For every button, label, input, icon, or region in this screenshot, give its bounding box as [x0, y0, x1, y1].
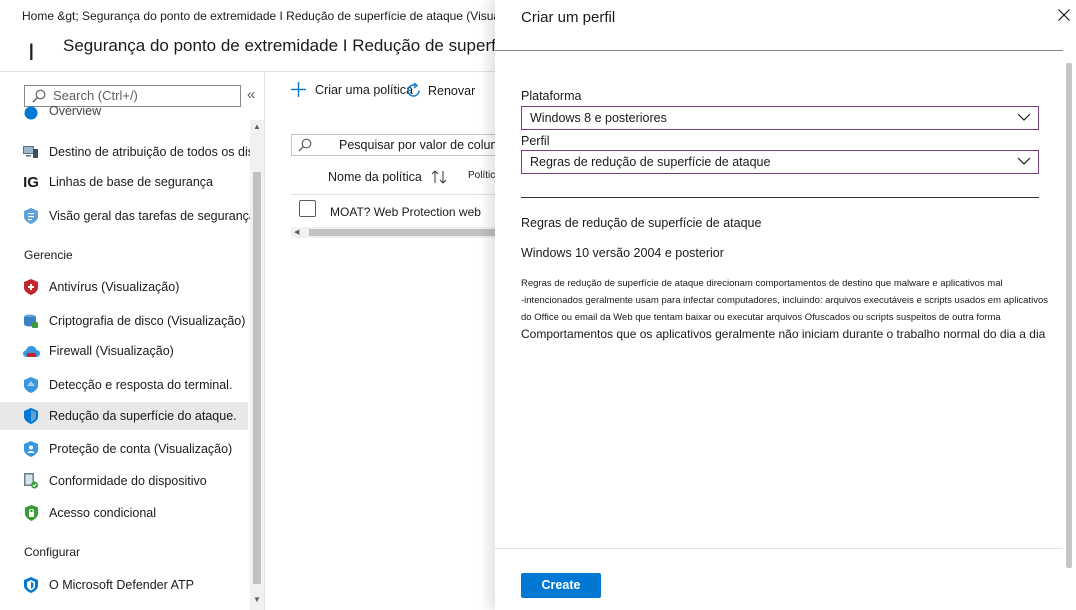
collapse-sidebar-button[interactable]: « [247, 86, 255, 103]
plus-icon [291, 82, 306, 97]
platform-dropdown[interactable]: Windows 8 e posteriores [521, 106, 1039, 130]
conditional-access-icon [22, 504, 40, 522]
sidebar-search-input[interactable]: Search (Ctrl+/) [24, 85, 241, 107]
devices-icon [22, 143, 40, 161]
row-checkbox[interactable] [299, 200, 316, 217]
refresh-label: Renovar [428, 83, 476, 98]
column-header-policy-name[interactable]: Nome da política [328, 170, 422, 184]
scroll-left-arrow-icon[interactable]: ◀ [294, 228, 299, 236]
sidebar-item-label: Acesso condicional [49, 506, 157, 520]
sidebar-item-attack-surface-reduction[interactable]: Redução da superfície do ataque. [0, 402, 248, 430]
sidebar: Search (Ctrl+/) « Overview Destino de at… [0, 72, 265, 610]
description-line: do Office ou email da Web que tentam bai… [521, 312, 1001, 323]
sidebar-search-placeholder: Search (Ctrl+/) [53, 88, 138, 103]
sidebar-item-defender-atp[interactable]: O Microsoft Defender ATP [22, 572, 248, 598]
sidebar-item-label: Destino de atribuição de todos os dispos… [49, 145, 264, 159]
sidebar-item-disk-encryption[interactable]: Criptografia de disco (Visualização) [22, 308, 248, 334]
sidebar-item-device-compliance[interactable]: Conformidade do dispositivo [22, 468, 248, 494]
sidebar-item-assignment-target[interactable]: Destino de atribuição de todos os dispos… [22, 139, 264, 165]
sidebar-item-label: Proteção de conta (Visualização) [49, 442, 233, 456]
panel-title: Criar um perfil [521, 9, 641, 26]
column-header-policy[interactable]: Política [468, 170, 498, 181]
description-body: Regras de redução de superfície de ataqu… [521, 275, 1051, 326]
sidebar-item-label: Conformidade do dispositivo [49, 474, 207, 488]
sidebar-item-label: Detecção e resposta do terminal. [49, 378, 233, 392]
sidebar-item-firewall[interactable]: Firewall (Visualização) [22, 338, 248, 364]
sidebar-item-overview[interactable]: Overview [22, 106, 248, 122]
platform-label: Plataforma [521, 89, 582, 103]
breadcrumb[interactable]: Home &gt; Segurança do ponto de extremid… [22, 9, 541, 23]
device-compliance-icon [22, 472, 40, 490]
create-button[interactable]: Create [521, 573, 601, 598]
table-horizontal-scrollbar[interactable]: ◀ [291, 227, 501, 238]
chevron-down-icon [1017, 113, 1031, 121]
section-manage: Gerencie [24, 248, 73, 262]
sidebar-item-antivirus[interactable]: Antivírus (Visualização) [22, 274, 248, 300]
description-version: Windows 10 versão 2004 e posterior [521, 246, 724, 260]
sidebar-item-edr[interactable]: Detecção e resposta do terminal. [22, 372, 248, 398]
info-icon [22, 106, 40, 122]
create-policy-label: Criar uma política [315, 82, 413, 97]
profile-dropdown[interactable]: Regras de redução de superfície de ataqu… [521, 150, 1039, 174]
description-line: Comportamentos que os aplicativos geralm… [521, 327, 1046, 341]
ig-icon: IG [23, 173, 39, 191]
table-horizontal-scroll-thumb[interactable] [309, 229, 499, 236]
sidebar-item-conditional-access[interactable]: Acesso condicional [22, 500, 248, 526]
sidebar-item-security-tasks[interactable]: Visão geral das tarefas de segurança [22, 203, 256, 229]
scroll-down-arrow-icon[interactable]: ▼ [253, 595, 261, 604]
panel-scroll-thumb[interactable] [1066, 63, 1072, 568]
endpoint-detection-icon [22, 376, 40, 394]
create-policy-button[interactable]: Criar uma política [291, 82, 413, 97]
sidebar-scrollbar[interactable]: ▲ ▼ [250, 120, 264, 610]
panel-section-divider [521, 197, 1039, 198]
sidebar-item-label: Criptografia de disco (Visualização) [49, 314, 246, 328]
main-content: Criar uma política Renovar Pesquisar por… [266, 72, 521, 610]
sidebar-item-label: Firewall (Visualização) [49, 344, 174, 358]
description-line: -intencionados geralmente usam para infe… [521, 295, 1048, 306]
sort-icon[interactable] [431, 170, 448, 184]
firewall-icon [22, 342, 40, 360]
chevron-down-icon [1017, 157, 1031, 165]
panel-footer-divider [495, 548, 1063, 549]
antivirus-shield-icon [22, 278, 40, 296]
search-icon [32, 89, 46, 103]
sidebar-item-label: Linhas de base de segurança [49, 175, 214, 189]
description-line: Regras de redução de superfície de ataqu… [521, 278, 1003, 289]
profile-label: Perfil [521, 134, 550, 148]
sidebar-item-label: Antivírus (Visualização) [49, 280, 180, 294]
scroll-up-arrow-icon[interactable]: ▲ [253, 122, 261, 131]
account-protection-icon [22, 440, 40, 458]
platform-selected-value: Windows 8 e posteriores [530, 111, 667, 125]
refresh-button[interactable]: Renovar [405, 82, 475, 99]
description-heading: Regras de redução de superfície de ataqu… [521, 216, 762, 230]
attack-surface-shield-icon [22, 407, 40, 425]
sidebar-item-security-baselines[interactable]: IG Linhas de base de segurança [22, 169, 248, 195]
panel-header-divider [495, 50, 1063, 51]
column-filter-input[interactable]: Pesquisar por valor de coluna [291, 134, 521, 156]
sidebar-item-label: Overview [49, 106, 102, 118]
sidebar-scroll-thumb[interactable] [253, 172, 261, 584]
task-list-icon [22, 207, 40, 225]
refresh-icon [407, 82, 420, 97]
sidebar-item-label: O Microsoft Defender ATP [49, 578, 194, 592]
panel-scrollbar[interactable] [1064, 55, 1074, 575]
create-profile-panel: Criar um perfil Plataforma Windows 8 e p… [495, 0, 1076, 610]
sidebar-item-label: Visão geral das tarefas de segurança [49, 209, 256, 223]
section-configure: Configurar [24, 545, 81, 559]
disk-encryption-icon [22, 312, 40, 330]
close-icon[interactable] [1058, 9, 1070, 21]
sidebar-item-account-protection[interactable]: Proteção de conta (Visualização) [22, 436, 248, 462]
column-filter-placeholder: Pesquisar por valor de coluna [339, 138, 505, 152]
header-glyph: I [28, 39, 35, 66]
search-icon [298, 138, 312, 152]
profile-selected-value: Regras de redução de superfície de ataqu… [530, 155, 771, 169]
defender-shield-icon [22, 576, 40, 594]
sidebar-item-label: Redução da superfície do ataque. [49, 409, 237, 423]
table-header-divider [291, 194, 501, 195]
table-row-policy-name[interactable]: MOAT? Web Protection web [330, 205, 481, 219]
